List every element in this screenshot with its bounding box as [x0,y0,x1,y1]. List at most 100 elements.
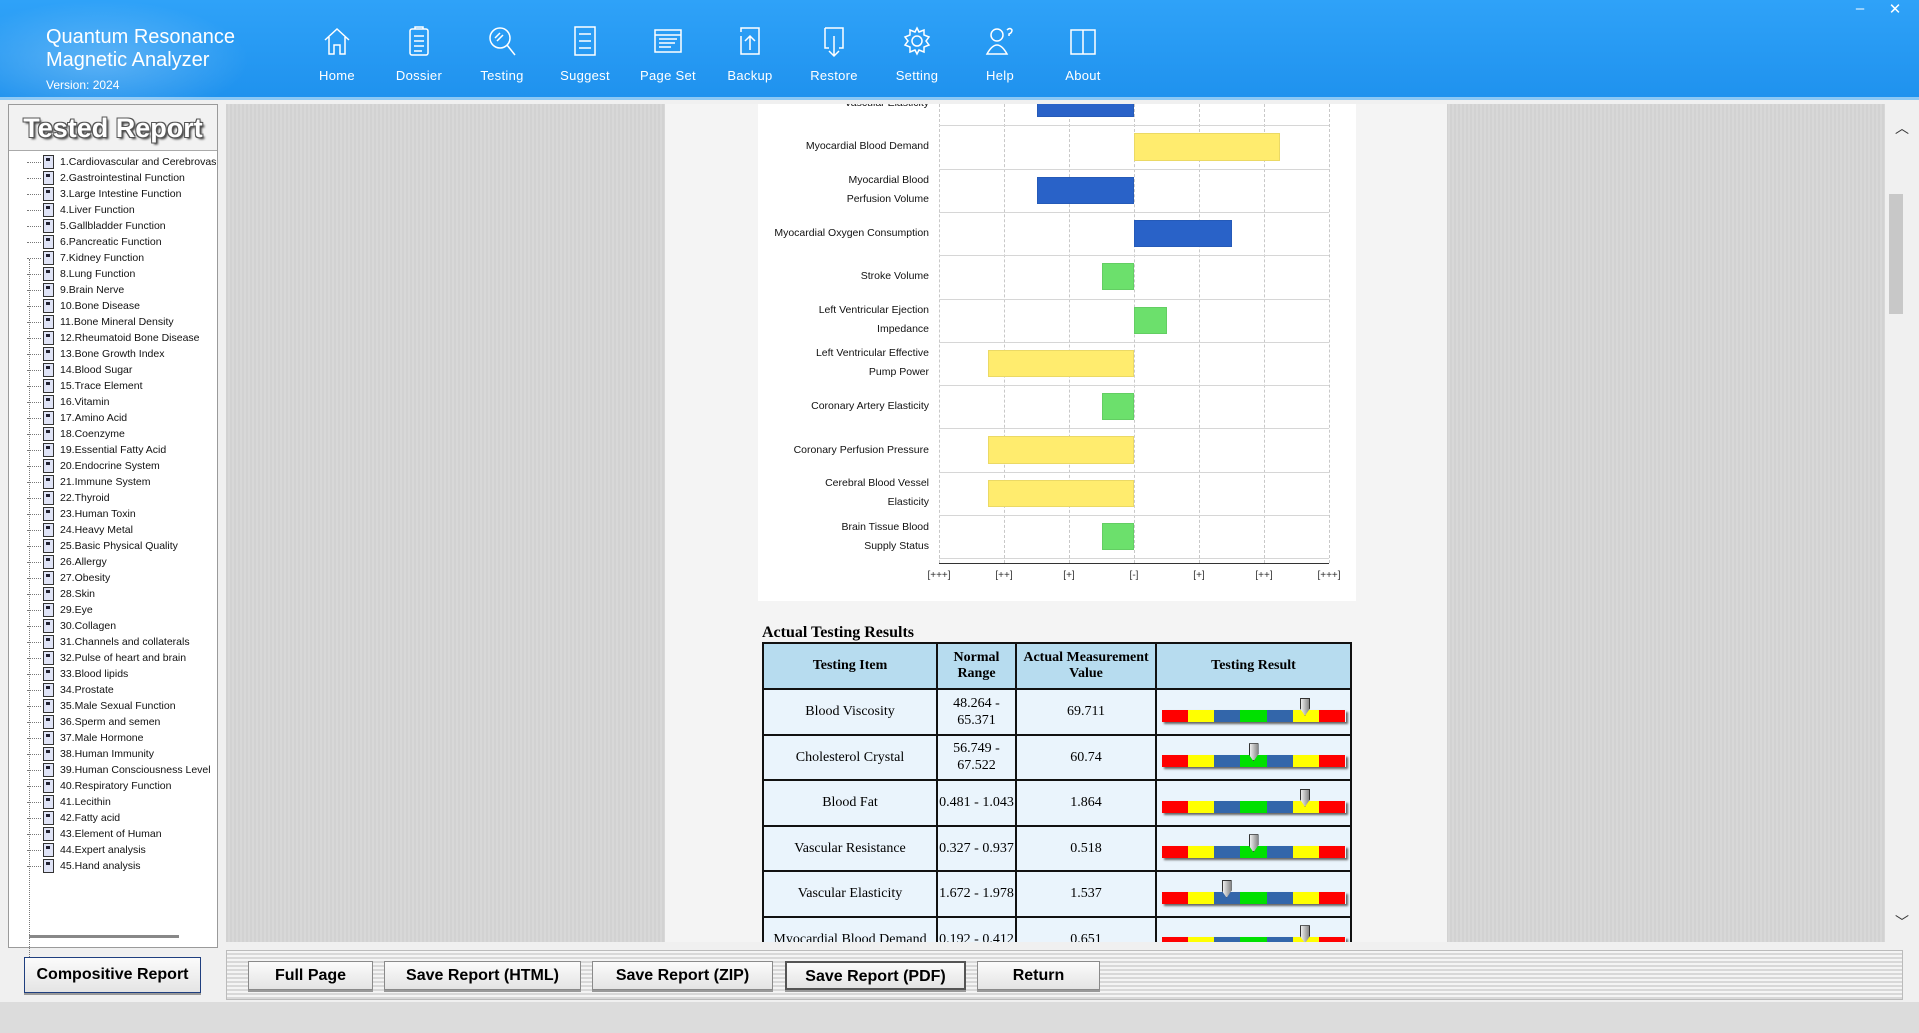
report-item[interactable]: 35.Male Sexual Function [27,698,176,714]
testing-item: Cholesterol Crystal [762,733,938,781]
report-item[interactable]: 26.Allergy [27,554,107,570]
report-item[interactable]: 11.Bone Mineral Density [27,314,174,330]
close-button[interactable]: ✕ [1880,0,1910,18]
report-item[interactable]: 1.Cardiovascular and Cerebrovas [27,154,216,170]
report-item[interactable]: 34.Prostate [27,682,114,698]
document-icon [43,811,54,825]
report-item[interactable]: 4.Liver Function [27,202,135,218]
report-item[interactable]: 20.Endocrine System [27,458,160,474]
report-item[interactable]: 19.Essential Fatty Acid [27,442,166,458]
report-item[interactable]: 28.Skin [27,586,95,602]
result-row: Myocardial Blood Demand 0.192 - 0.412 0.65… [762,915,1352,942]
report-item-label: 5.Gallbladder Function [60,220,166,232]
document-icon [43,491,54,505]
document-icon [43,235,54,249]
report-item[interactable]: 21.Immune System [27,474,150,490]
report-item[interactable]: 22.Thyroid [27,490,110,506]
report-item[interactable]: 27.Obesity [27,570,110,586]
save-html-button[interactable]: Save Report (HTML) [384,961,581,990]
nav-setting[interactable]: Setting [877,24,957,83]
report-item[interactable]: 6.Pancreatic Function [27,234,162,250]
report-item[interactable]: 16.Vitamin [27,394,109,410]
document-icon [43,779,54,793]
report-item[interactable]: 42.Fatty acid [27,810,120,826]
report-item[interactable]: 30.Collagen [27,618,116,634]
nav-home[interactable]: Home [297,24,377,83]
report-item[interactable]: 7.Kidney Function [27,250,144,266]
scroll-up-icon[interactable]: ︿ [1895,118,1909,138]
header-normal-range: Normal Range [936,642,1017,690]
x-tick-label: [+] [1193,570,1205,581]
report-item[interactable]: 43.Element of Human [27,826,162,842]
row-divider [939,341,1329,343]
nav-restore[interactable]: Restore [794,24,874,83]
report-item[interactable]: 23.Human Toxin [27,506,136,522]
report-item[interactable]: 25.Basic Physical Quality [27,538,178,554]
result-gauge [1161,925,1346,942]
report-item[interactable]: 5.Gallbladder Function [27,218,166,234]
report-item[interactable]: 10.Bone Disease [27,298,140,314]
report-item-label: 31.Channels and collaterals [60,636,190,648]
report-item[interactable]: 36.Sperm and semen [27,714,160,730]
return-button[interactable]: Return [977,961,1100,990]
report-item[interactable]: 37.Male Hormone [27,730,143,746]
scroll-down-icon[interactable]: ﹀ [1895,912,1909,932]
nav-suggest[interactable]: Suggest [545,24,625,83]
report-item[interactable]: 14.Blood Sugar [27,362,132,378]
report-item[interactable]: 8.Lung Function [27,266,135,282]
report-item[interactable]: 45.Hand analysis [27,858,141,874]
x-tick-label: [+++] [927,570,951,581]
nav-label: Dossier [395,68,443,83]
report-item[interactable]: 33.Blood lipids [27,666,128,682]
document-icon [43,667,54,681]
vertical-scrollbar[interactable]: ︿ ﹀ [1885,104,1919,942]
nav-about[interactable]: About [1043,24,1123,83]
report-item[interactable]: 38.Human Immunity [27,746,154,762]
document-icon [43,539,54,553]
report-item[interactable]: 41.Lecithin [27,794,111,810]
gear-icon [903,26,931,56]
compositive-report-button[interactable]: Compositive Report [24,957,201,993]
results-table: Testing Item Normal Range Actual Measure… [762,642,1352,942]
grid-line [1264,104,1265,563]
minimize-button[interactable]: – [1845,0,1875,17]
scrollbar-thumb[interactable] [1889,194,1903,314]
report-item[interactable]: 32.Pulse of heart and brain [27,650,186,666]
report-item[interactable]: 12.Rheumatoid Bone Disease [27,330,200,346]
measurement-value: 60.74 [1015,733,1157,781]
report-item[interactable]: 18.Coenzyme [27,426,125,442]
chart-bar [1036,176,1134,204]
report-item-label: 19.Essential Fatty Acid [60,444,167,456]
nav-page-set[interactable]: Page Set [628,24,708,83]
report-item[interactable]: 24.Heavy Metal [27,522,133,538]
sidebar-scrollbar[interactable] [29,935,179,938]
nav-testing[interactable]: Testing [462,24,542,83]
report-item-label: 42.Fatty acid [60,812,121,824]
report-item[interactable]: 40.Respiratory Function [27,778,171,794]
report-item-label: 3.Large Intestine Function [60,188,182,200]
report-item[interactable]: 39.Human Consciousness Level [27,762,211,778]
report-item-label: 33.Blood lipids [60,668,129,680]
save-zip-button[interactable]: Save Report (ZIP) [592,961,773,990]
full-page-button[interactable]: Full Page [248,961,373,990]
report-item[interactable]: 31.Channels and collaterals [27,634,190,650]
testing-item: Blood Viscosity [762,688,938,736]
page-setup-icon [654,29,682,53]
nav-dossier[interactable]: Dossier [379,24,459,83]
document-icon [43,555,54,569]
report-item[interactable]: 3.Large Intestine Function [27,186,181,202]
report-item[interactable]: 9.Brain Nerve [27,282,124,298]
report-item[interactable]: 2.Gastrointestinal Function [27,170,185,186]
report-item[interactable]: 13.Bone Growth Index [27,346,164,362]
report-item-label: 44.Expert analysis [60,844,146,856]
document-icon [43,395,54,409]
report-item[interactable]: 29.Eye [27,602,93,618]
document-icon [43,603,54,617]
save-pdf-button[interactable]: Save Report (PDF) [785,961,966,990]
nav-backup[interactable]: Backup [710,24,790,83]
report-item[interactable]: 44.Expert analysis [27,842,146,858]
report-item[interactable]: 15.Trace Element [27,378,142,394]
nav-help[interactable]: Help [960,24,1040,83]
report-item-label: 37.Male Hormone [60,732,144,744]
report-item[interactable]: 17.Amino Acid [27,410,127,426]
